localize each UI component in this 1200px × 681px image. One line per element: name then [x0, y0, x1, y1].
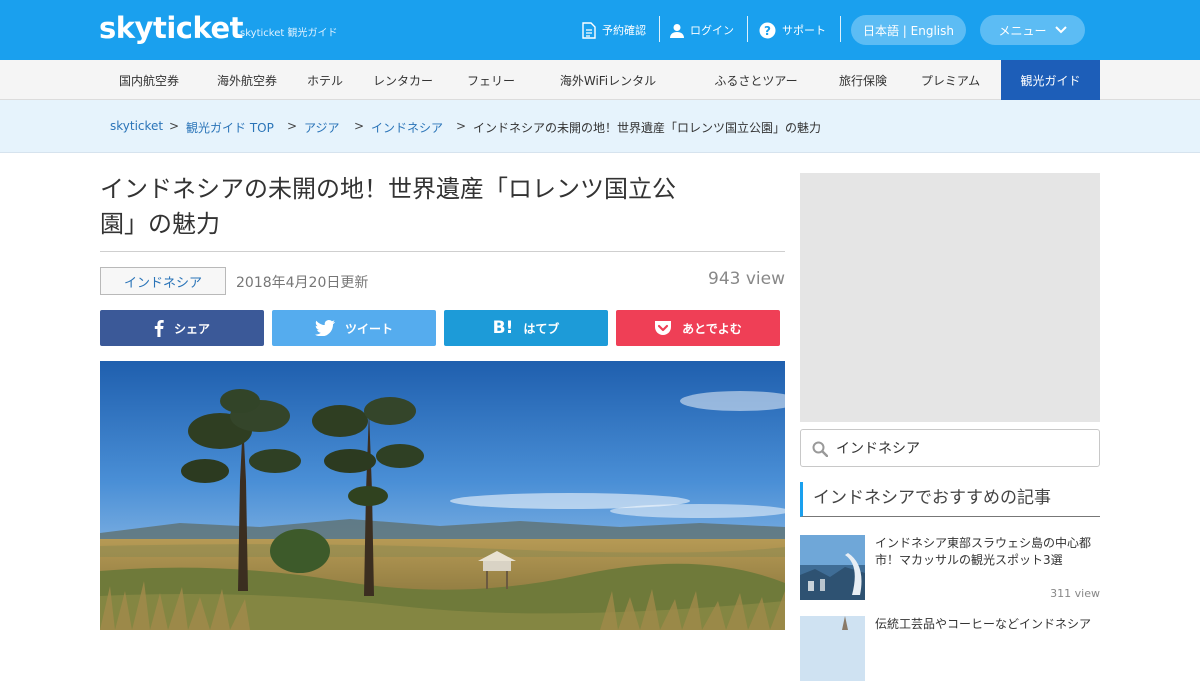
reservation-check-label: 予約確認 [602, 24, 646, 37]
ad-placeholder [800, 173, 1100, 422]
login-link[interactable]: ログイン [670, 0, 734, 60]
breadcrumb-indonesia[interactable]: インドネシア [371, 119, 443, 136]
login-label: ログイン [690, 24, 734, 37]
user-icon [670, 23, 684, 38]
search-icon[interactable] [812, 441, 828, 457]
hatena-bookmark-button[interactable]: B! はてブ [444, 310, 608, 346]
nav-premium[interactable]: プレミアム [900, 60, 1001, 100]
article-title: 伝統工芸品やコーヒーなどインドネシア [875, 617, 1092, 631]
breadcrumb-separator: > [169, 119, 180, 133]
twitter-icon [314, 320, 335, 336]
pocket-share-label: あとでよむ [682, 321, 742, 336]
breadcrumb-separator: > [354, 119, 365, 133]
breadcrumb: skyticket > 観光ガイド TOP > アジア > インドネシア > イ… [0, 100, 1200, 153]
top-header: skyticket skyticket 観光ガイド 予約確認 ログイン ? サポ… [0, 0, 1200, 60]
nav-domestic-flights[interactable]: 国内航空券 [100, 60, 198, 100]
nav-rental-car[interactable]: レンタカー [354, 60, 452, 100]
nav-hotel[interactable]: ホテル [296, 60, 354, 100]
search-box [800, 429, 1100, 467]
article-title: インドネシア東部スラウェシ島の中心都市！マカッサルの観光スポット3選 [875, 536, 1092, 567]
facebook-icon [154, 320, 164, 337]
updated-date: 2018年4月20日更新 [236, 275, 369, 291]
breadcrumb-separator: > [456, 119, 467, 133]
header-divider [747, 16, 748, 42]
category-tag[interactable]: インドネシア [100, 267, 226, 295]
document-icon [582, 21, 596, 39]
nav-sightseeing-guide[interactable]: 観光ガイド [1001, 60, 1100, 100]
support-label: サポート [782, 24, 826, 37]
pocket-save-button[interactable]: あとでよむ [616, 310, 780, 346]
recommended-articles-heading: インドネシアでおすすめの記事 [800, 482, 1100, 517]
header-divider [659, 16, 660, 42]
breadcrumb-asia[interactable]: アジア [304, 119, 340, 136]
question-icon: ? [759, 22, 776, 38]
facebook-share-button[interactable]: シェア [100, 310, 264, 346]
recommended-article[interactable]: 伝統工芸品やコーヒーなどインドネシア [800, 616, 1100, 681]
logo-subtitle: skyticket 観光ガイド [240, 28, 338, 39]
nav-ferry[interactable]: フェリー [452, 60, 530, 100]
nav-international-flights[interactable]: 海外航空券 [198, 60, 296, 100]
nav-travel-insurance[interactable]: 旅行保険 [826, 60, 900, 100]
twitter-share-button[interactable]: ツイート [272, 310, 436, 346]
hatena-share-label: はてブ [523, 321, 560, 336]
skyticket-logo[interactable]: skyticket [99, 11, 243, 45]
article-view-count: 311 view [1050, 587, 1100, 600]
pocket-icon [655, 321, 672, 335]
hatena-icon: B! [492, 318, 514, 338]
twitter-share-label: ツイート [344, 321, 393, 336]
breadcrumb-guide-top[interactable]: 観光ガイド TOP [186, 119, 274, 136]
breadcrumb-separator: > [287, 119, 298, 133]
menu-button[interactable]: メニュー [980, 15, 1085, 45]
recommended-article[interactable]: インドネシア東部スラウェシ島の中心都市！マカッサルの観光スポット3選 311 v… [800, 535, 1100, 605]
article-title: インドネシアの未開の地！世界遺産「ロレンツ国立公 園」の魅力 [100, 172, 760, 242]
svg-text:?: ? [764, 24, 771, 38]
menu-label: メニュー [998, 23, 1047, 38]
view-count: 943 view [708, 269, 785, 289]
breadcrumb-skyticket[interactable]: skyticket [110, 119, 163, 133]
article-title-line1: インドネシアの未開の地！世界遺産「ロレンツ国立公 [100, 175, 676, 203]
language-switch-button[interactable]: 日本語 | English [851, 15, 966, 45]
support-link[interactable]: ? サポート [759, 0, 826, 60]
reservation-check-link[interactable]: 予約確認 [581, 0, 646, 60]
article-hero-image [100, 361, 785, 630]
article-title-line2: 園」の魅力 [100, 210, 220, 238]
main-nav: 国内航空券 海外航空券 ホテル レンタカー フェリー 海外WiFiレンタル ふる… [0, 60, 1200, 100]
title-divider [100, 251, 785, 252]
nav-furusato-tour[interactable]: ふるさとツアー [686, 60, 826, 100]
facebook-share-label: シェア [173, 321, 210, 336]
article-thumbnail [800, 535, 865, 600]
search-input[interactable] [836, 436, 1091, 460]
chevron-down-icon [1054, 26, 1067, 34]
nav-wifi-rental[interactable]: 海外WiFiレンタル [530, 60, 686, 100]
article-thumbnail [800, 616, 865, 681]
breadcrumb-current: インドネシアの未開の地！世界遺産「ロレンツ国立公園」の魅力 [473, 121, 822, 135]
header-divider [840, 16, 841, 42]
